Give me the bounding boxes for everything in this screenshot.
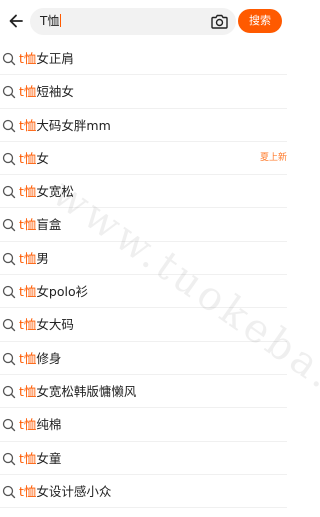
suggestion-rest: 女宽松 [36, 184, 74, 200]
suggestion-highlight: t恤 [19, 84, 37, 100]
suggestion-item[interactable]: t恤女宽松韩版慵懒风 [0, 375, 287, 409]
suggestion-list: t恤女正肩 t恤短袖女 t恤大码女胖mm t恤女 夏上新 t恤女宽松 t恤盲盒 t恤男 t恤女p… [0, 42, 287, 509]
suggestion-highlight: t恤 [19, 51, 37, 66]
search-icon [2, 419, 16, 432]
search-icon [2, 86, 16, 99]
search-icon [2, 452, 16, 465]
search-icon [2, 219, 16, 232]
suggestion-rest: 短袖女 [36, 84, 74, 100]
suggestion-highlight: t恤 [19, 450, 37, 466]
search-icon [2, 385, 16, 399]
suggestion-item[interactable]: t恤男 [0, 242, 287, 276]
search-input[interactable]: T恤 [30, 8, 236, 35]
suggestion-rest: 女设计感小众 [36, 483, 112, 499]
suggestion-text: t恤修身 [19, 350, 61, 367]
suggestion-text: t恤女大码 [19, 316, 74, 333]
suggestion-item[interactable]: t恤女正肩 [0, 42, 287, 76]
suggestion-rest: 盲盒 [36, 217, 62, 233]
search-icon [2, 485, 16, 499]
suggestion-highlight: t恤 [19, 350, 37, 366]
suggestion-rest: 女正肩 [36, 51, 74, 66]
search-icon [2, 186, 16, 199]
suggestion-text: t恤女宽松韩版慵懒风 [19, 383, 136, 400]
suggestion-rest: 女大码 [36, 317, 74, 333]
suggestion-text: t恤大码女胖mm [19, 117, 111, 134]
suggestion-highlight: t恤 [19, 184, 37, 200]
suggestion-rest: 女 [36, 150, 49, 166]
search-button[interactable]: 搜索 [238, 9, 282, 33]
search-header: T恤 搜索 [0, 0, 287, 42]
suggestion-highlight: t恤 [19, 317, 37, 333]
suggestion-item[interactable]: t恤女宽松 [0, 175, 287, 209]
suggestion-text: t恤女设计感小众 [19, 483, 111, 500]
suggestion-rest: 纯棉 [36, 417, 62, 433]
suggestion-item[interactable]: t恤女童 [0, 442, 287, 475]
text-caret [60, 14, 62, 27]
suggestion-highlight: t恤 [19, 284, 37, 300]
suggestion-item[interactable]: t恤女设计感小众 [0, 475, 287, 509]
suggestion-highlight: t恤 [19, 150, 37, 166]
suggestion-text: t恤女童 [19, 450, 61, 467]
suggestion-item[interactable]: t恤大码女胖mm [0, 109, 287, 142]
suggestion-text: t恤男 [19, 250, 49, 267]
suggestion-text: t恤短袖女 [19, 83, 74, 100]
search-icon [2, 52, 16, 66]
suggestion-item[interactable]: t恤短袖女 [0, 75, 287, 109]
suggestion-text: t恤女宽松 [19, 183, 74, 200]
search-icon [2, 252, 16, 265]
search-icon [2, 119, 16, 132]
suggestion-item[interactable]: t恤女polo衫 [0, 275, 287, 309]
camera-button[interactable] [210, 12, 228, 30]
suggestion-highlight: t恤 [19, 417, 37, 433]
suggestion-text: t恤盲盒 [19, 216, 61, 233]
search-icon [2, 352, 16, 365]
suggestion-item[interactable]: t恤修身 [0, 342, 287, 375]
suggestion-item[interactable]: t恤纯棉 [0, 408, 287, 442]
suggestion-item[interactable]: t恤盲盒 [0, 208, 287, 242]
search-icon [2, 319, 16, 332]
suggestion-item[interactable]: t恤女大码 [0, 308, 287, 342]
suggestion-highlight: t恤 [19, 483, 37, 499]
search-query[interactable]: T恤 [40, 13, 62, 30]
suggestion-tag: 夏上新 [259, 152, 287, 163]
search-icon [2, 152, 16, 166]
suggestion-text: t恤女正肩 [19, 50, 74, 67]
suggestion-rest: 女宽松韩版慵懒风 [36, 383, 137, 399]
suggestion-highlight: t恤 [19, 250, 37, 266]
suggestion-highlight: t恤 [19, 217, 37, 233]
suggestion-rest: 男 [36, 250, 49, 266]
back-button[interactable] [6, 10, 26, 32]
suggestion-item[interactable]: t恤女 夏上新 [0, 142, 287, 176]
camera-icon [210, 14, 228, 29]
suggestion-rest: 修身 [36, 350, 62, 366]
suggestion-highlight: t恤 [19, 117, 37, 133]
suggestion-rest: 大码女胖mm [36, 117, 111, 133]
suggestion-rest: 女polo衫 [36, 284, 89, 300]
arrow-left-icon [9, 14, 23, 28]
suggestion-text: t恤纯棉 [19, 416, 61, 433]
search-icon [2, 285, 16, 299]
suggestion-highlight: t恤 [19, 383, 37, 399]
suggestion-text: t恤女polo衫 [19, 283, 88, 300]
suggestion-text: t恤女 [19, 150, 49, 167]
suggestion-rest: 女童 [36, 450, 62, 466]
